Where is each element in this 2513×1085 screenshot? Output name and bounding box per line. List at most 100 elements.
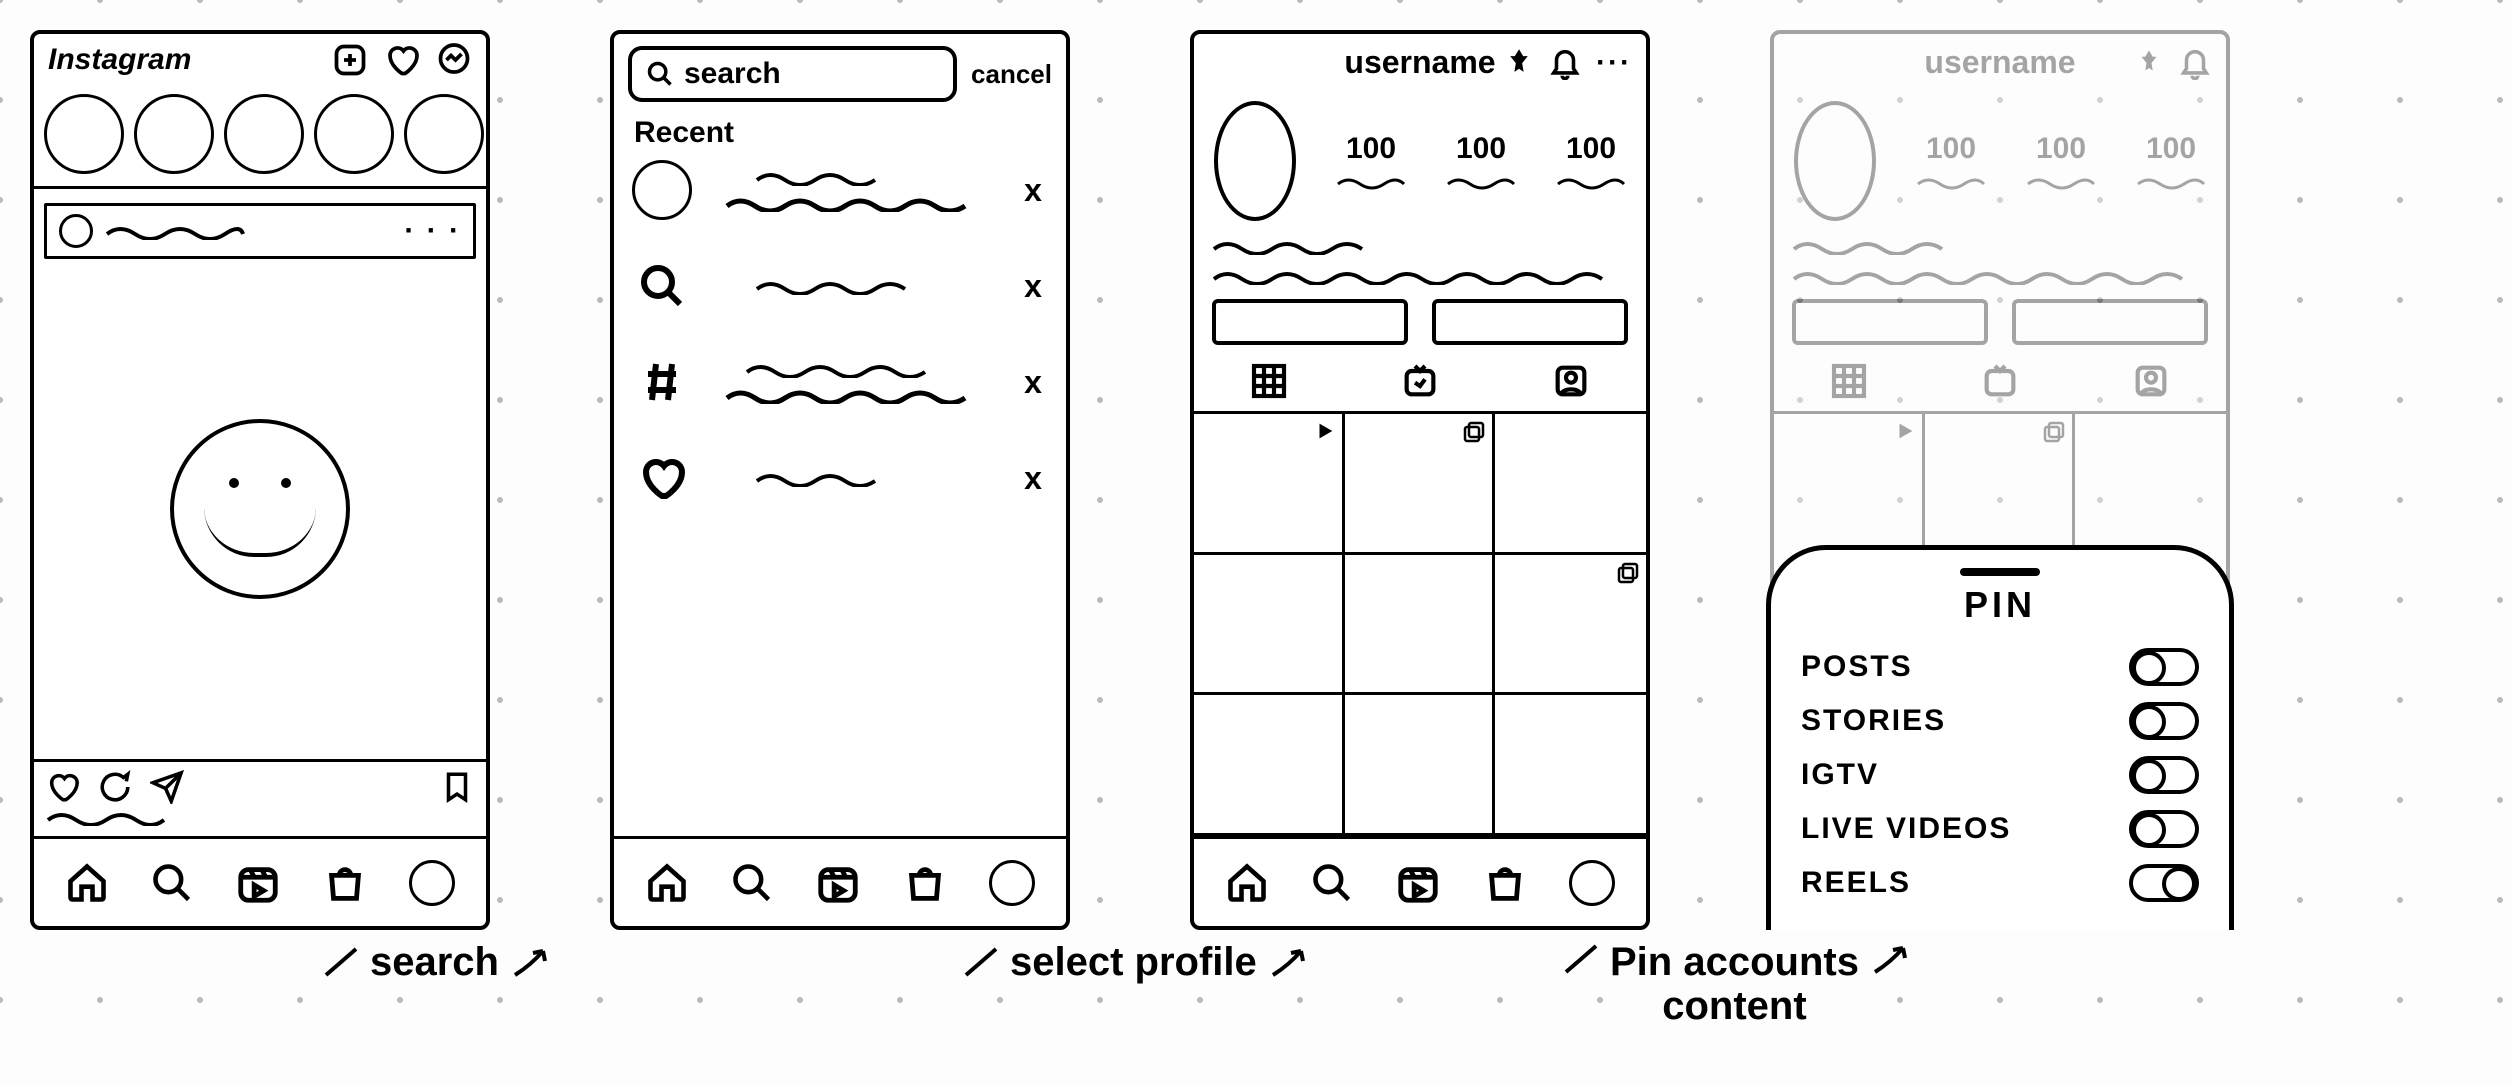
new-post-icon[interactable] <box>332 42 368 78</box>
post-image[interactable] <box>34 259 486 759</box>
activity-heart-icon[interactable] <box>384 42 420 78</box>
reels-tab-icon[interactable] <box>815 860 861 906</box>
tagged-tab-icon[interactable] <box>1551 361 1591 401</box>
messenger-icon[interactable] <box>436 42 472 78</box>
grid-tab-icon <box>1829 361 1869 401</box>
grid-tab-icon[interactable] <box>1249 361 1289 401</box>
toggle-posts[interactable] <box>2129 648 2199 686</box>
annotation-select-profile: select profile <box>960 940 1307 985</box>
remove-recent-icon[interactable]: x <box>1018 172 1048 209</box>
stat-posts[interactable]: 100 <box>1336 132 1406 190</box>
remove-recent-icon[interactable]: x <box>1018 268 1048 305</box>
post-thumbnail[interactable] <box>1495 695 1646 836</box>
smiley-placeholder-icon <box>170 419 350 599</box>
account-avatar-icon <box>632 160 692 220</box>
profile-avatar[interactable] <box>1214 101 1296 221</box>
arrow-right-icon <box>509 943 549 983</box>
pin-option-reels: Reels <box>1801 856 2199 910</box>
profile-tab-avatar[interactable] <box>409 860 455 906</box>
toggle-stories[interactable] <box>2129 702 2199 740</box>
annotation-pin-content: Pin accounts content <box>1560 940 1909 1028</box>
home-tab-icon[interactable] <box>65 861 109 905</box>
annotation-search: search <box>320 940 549 985</box>
screen-pin-sheet: username 100 100 100 <box>1770 30 2230 930</box>
profile-posts-grid <box>1194 411 1646 836</box>
toggle-igtv[interactable] <box>2129 756 2199 794</box>
story-bubble[interactable] <box>314 94 394 174</box>
post-thumbnail[interactable] <box>1345 555 1496 696</box>
search-input[interactable]: search <box>628 46 957 102</box>
comment-icon[interactable] <box>98 770 132 804</box>
profile-tab-avatar[interactable] <box>1569 860 1615 906</box>
post-more-icon[interactable]: · · · <box>404 214 461 248</box>
search-tab-icon[interactable] <box>150 861 194 905</box>
toggle-live[interactable] <box>2129 810 2199 848</box>
remove-recent-icon[interactable]: x <box>1018 364 1048 401</box>
post-thumbnail[interactable] <box>1345 414 1496 555</box>
post-thumbnail[interactable] <box>1194 414 1345 555</box>
home-tab-icon[interactable] <box>1225 861 1269 905</box>
post-thumbnail[interactable] <box>1194 695 1345 836</box>
profile-username: username <box>1924 44 2075 81</box>
search-tab-icon[interactable] <box>1310 861 1354 905</box>
home-tab-icon[interactable] <box>645 861 689 905</box>
shop-tab-icon[interactable] <box>322 860 368 906</box>
igtv-tab-icon <box>1980 361 2020 401</box>
story-bubble[interactable] <box>224 94 304 174</box>
pin-option-igtv: IGTV <box>1801 748 2199 802</box>
share-icon[interactable] <box>150 770 184 804</box>
recent-row-hashtag[interactable]: x <box>632 352 1048 412</box>
pin-option-stories: Stories <box>1801 694 2199 748</box>
reels-tab-icon[interactable] <box>235 860 281 906</box>
remove-recent-icon[interactable]: x <box>1018 460 1048 497</box>
recent-row-liked[interactable]: x <box>632 448 1048 508</box>
bell-icon[interactable] <box>1548 46 1582 80</box>
follow-button[interactable] <box>1212 299 1408 345</box>
pin-icon[interactable] <box>1504 48 1534 78</box>
bookmark-icon[interactable] <box>440 770 474 804</box>
post-header[interactable]: · · · <box>44 203 476 259</box>
shop-tab-icon[interactable] <box>902 860 948 906</box>
arrow-left-icon <box>1560 940 1600 980</box>
arrow-left-icon <box>320 943 360 983</box>
recent-row-search[interactable]: x <box>632 256 1048 316</box>
igtv-tab-icon[interactable] <box>1400 361 1440 401</box>
story-bubble[interactable] <box>404 94 484 174</box>
more-icon[interactable]: ··· <box>1596 46 1632 80</box>
carousel-badge-icon <box>1462 420 1486 444</box>
tab-bar <box>1194 836 1646 926</box>
post-thumbnail[interactable] <box>1194 555 1345 696</box>
search-tab-icon[interactable] <box>730 861 774 905</box>
arrow-right-icon <box>1869 940 1909 980</box>
stat-following[interactable]: 100 <box>1556 132 1626 190</box>
toggle-reels[interactable] <box>2129 864 2199 902</box>
story-bubble[interactable] <box>44 94 124 174</box>
arrow-right-icon <box>1267 943 1307 983</box>
post-thumbnail[interactable] <box>1345 695 1496 836</box>
message-button[interactable] <box>1432 299 1628 345</box>
post-thumbnail[interactable] <box>1495 555 1646 696</box>
profile-tab-avatar[interactable] <box>989 860 1035 906</box>
sheet-drag-handle[interactable] <box>1960 568 2040 576</box>
post-author-avatar[interactable] <box>59 214 93 248</box>
pin-option-posts: Posts <box>1801 640 2199 694</box>
video-badge-icon <box>1314 420 1336 442</box>
shop-tab-icon[interactable] <box>1482 860 1528 906</box>
cancel-button[interactable]: cancel <box>971 59 1052 90</box>
story-bubble[interactable] <box>134 94 214 174</box>
tab-bar <box>614 836 1066 926</box>
heart-icon <box>632 448 692 508</box>
post-thumbnail[interactable] <box>1495 414 1646 555</box>
pin-bottom-sheet[interactable]: PIN Posts Stories IGTV Live videos Reels <box>1766 545 2234 930</box>
profile-avatar <box>1794 101 1876 221</box>
search-placeholder: search <box>684 57 781 91</box>
wireframe-flow: Instagram <box>20 20 2493 930</box>
stories-tray[interactable] <box>34 86 486 189</box>
like-heart-icon[interactable] <box>46 770 80 804</box>
reels-tab-icon[interactable] <box>1395 860 1441 906</box>
pin-icon <box>2134 48 2164 78</box>
recent-row-account[interactable]: x <box>632 160 1048 220</box>
stat-followers[interactable]: 100 <box>1446 132 1516 190</box>
search-icon <box>646 60 674 88</box>
recent-heading: Recent <box>614 114 1066 160</box>
